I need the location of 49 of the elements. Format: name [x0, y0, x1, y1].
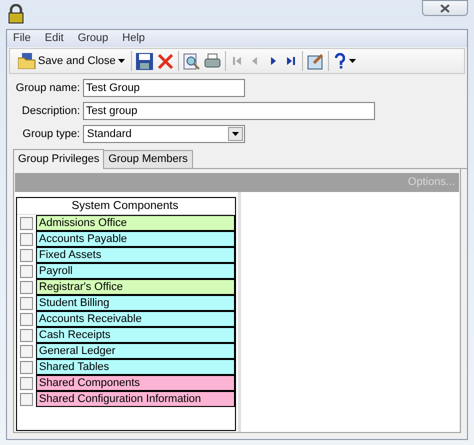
checkbox[interactable]: [20, 360, 33, 374]
text-field[interactable]: Test group: [83, 102, 375, 120]
checkbox[interactable]: [20, 248, 33, 262]
component-item[interactable]: Student Billing: [36, 294, 235, 310]
checkbox[interactable]: [20, 296, 33, 310]
checkbox[interactable]: [20, 328, 33, 342]
menu-item[interactable]: Edit: [44, 30, 64, 47]
field-label: Group type:: [22, 126, 81, 142]
component-item[interactable]: Shared Components: [36, 374, 235, 390]
folder-icon: [18, 53, 36, 69]
padlock-icon: [6, 4, 26, 24]
printer-icon[interactable]: [204, 52, 221, 70]
help-icon: [334, 53, 345, 69]
component-item[interactable]: Admissions Office: [36, 215, 235, 231]
group-type-dropdown[interactable]: Standard: [83, 125, 245, 143]
component-item[interactable]: Shared Tables: [36, 358, 235, 374]
component-item[interactable]: Cash Receipts: [36, 326, 235, 342]
component-item[interactable]: Accounts Payable: [36, 230, 235, 246]
form-edit-icon[interactable]: [306, 52, 324, 70]
text-field[interactable]: Test Group: [83, 79, 245, 97]
tab[interactable]: Group Privileges: [13, 149, 104, 169]
checkbox[interactable]: [20, 280, 33, 294]
checkbox[interactable]: [20, 232, 33, 246]
component-item[interactable]: Payroll: [36, 262, 235, 278]
dropdown-arrow-icon: [232, 132, 239, 136]
menu-item[interactable]: Group: [78, 30, 108, 47]
component-item[interactable]: General Ledger: [36, 342, 235, 358]
close-icon: [440, 4, 450, 12]
caret-icon: [118, 59, 125, 63]
menu-item[interactable]: Help: [122, 30, 145, 47]
help-button[interactable]: [332, 51, 358, 71]
close-button[interactable]: [422, 0, 468, 16]
component-item[interactable]: Registrar's Office: [36, 278, 235, 294]
field-label: Group name:: [14, 80, 81, 96]
magnifier-page-icon[interactable]: [182, 52, 200, 70]
checkbox[interactable]: [20, 392, 33, 406]
component-item[interactable]: Shared Configuration Information: [36, 390, 235, 406]
delete-icon[interactable]: [156, 52, 174, 70]
checkbox[interactable]: [20, 376, 33, 390]
checkbox[interactable]: [20, 264, 33, 278]
component-item[interactable]: Accounts Receivable: [36, 310, 235, 326]
caret-icon: [348, 59, 356, 63]
field-label: Description:: [20, 104, 81, 119]
checkbox[interactable]: [20, 344, 33, 358]
checkbox[interactable]: [20, 312, 33, 326]
component-item[interactable]: Fixed Assets: [36, 246, 235, 262]
menu-item[interactable]: File: [13, 30, 31, 47]
tab[interactable]: Group Members: [104, 150, 193, 168]
checkbox[interactable]: [20, 216, 33, 230]
